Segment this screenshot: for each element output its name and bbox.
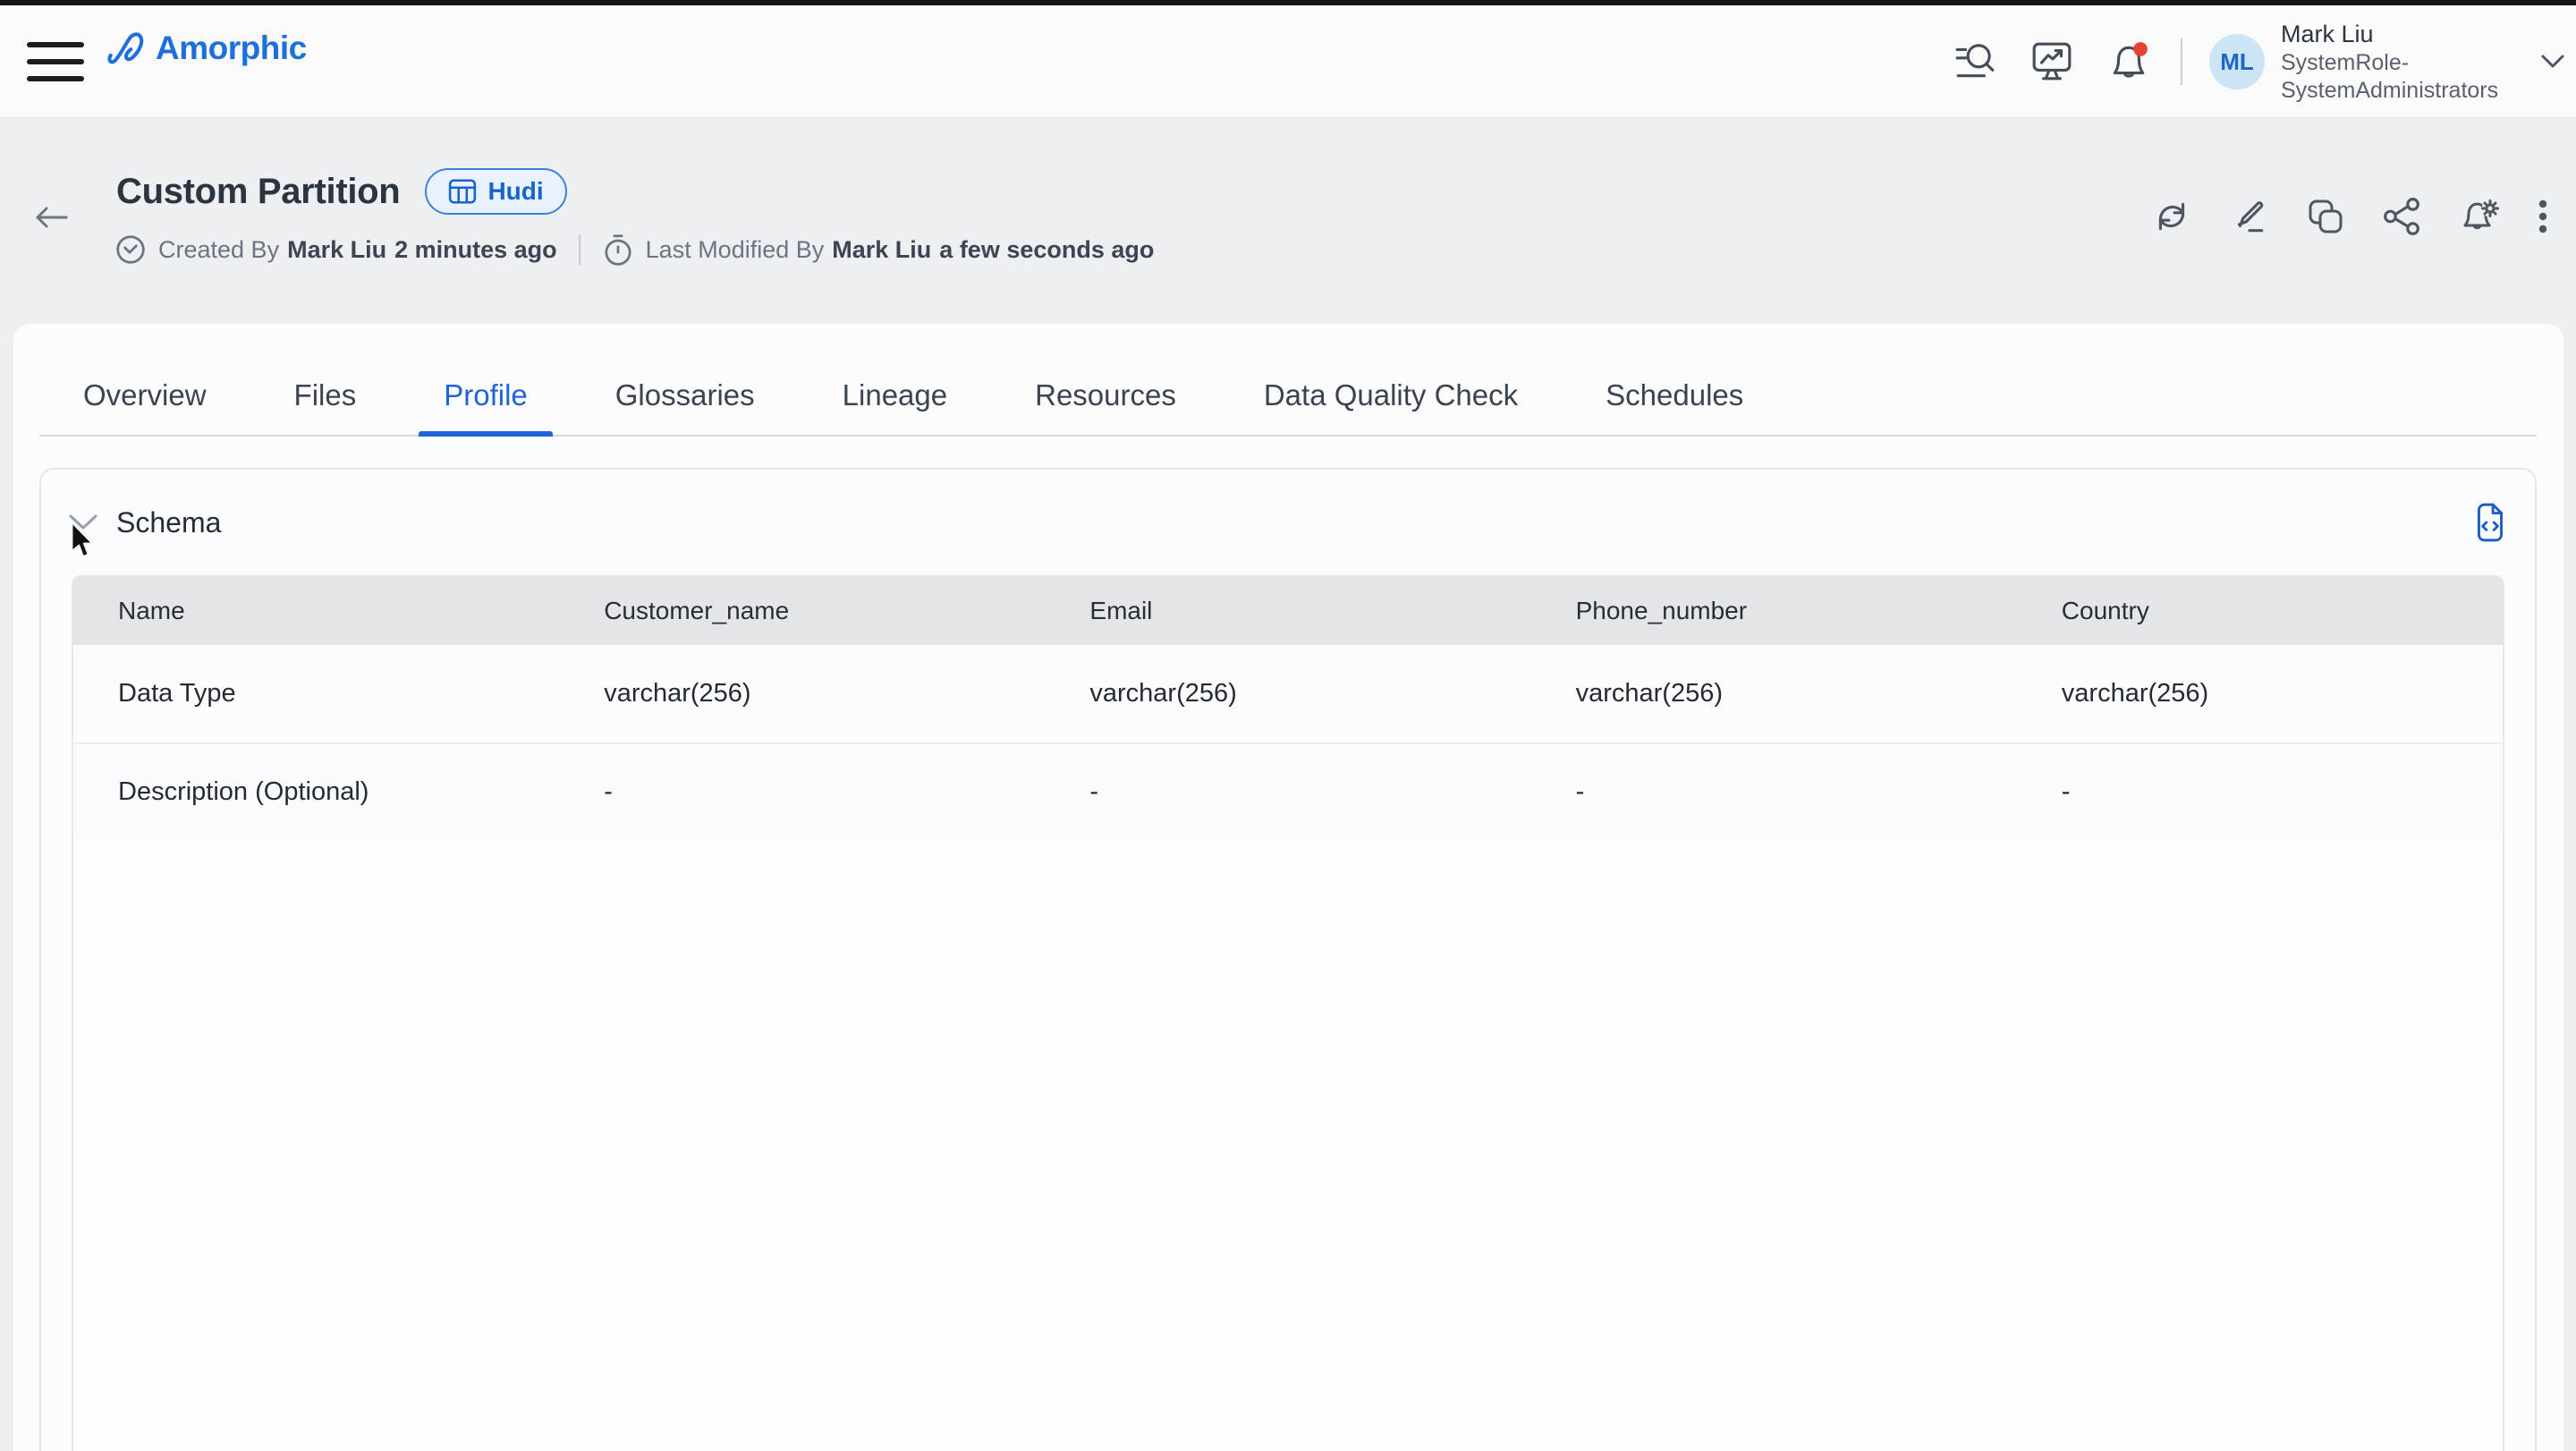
cell-value: - <box>2061 776 2071 806</box>
column-header-name: Name <box>118 597 185 624</box>
tab-glossaries[interactable]: Glossaries <box>590 324 780 437</box>
more-options-icon[interactable] <box>2537 197 2549 236</box>
topbar-divider <box>2181 38 2182 85</box>
hamburger-menu-icon[interactable] <box>27 39 86 84</box>
meta-divider <box>578 234 580 265</box>
cell-value: - <box>1575 776 1585 806</box>
table-row-data-type: Data Type varchar(256) varchar(256) varc… <box>73 645 2503 744</box>
clock-icon <box>114 233 147 266</box>
notification-settings-icon[interactable] <box>2460 197 2499 236</box>
schema-table: Name Customer_name Email Phone_number Co… <box>72 575 2504 1451</box>
created-time: 2 minutes ago <box>394 235 557 263</box>
tab-overview[interactable]: Overview <box>58 324 232 437</box>
amorphic-logo[interactable]: Amorphic <box>106 27 307 70</box>
cell-value: - <box>1089 776 1099 806</box>
table-icon <box>448 178 477 205</box>
schema-section-title: Schema <box>116 505 222 539</box>
tab-resources[interactable]: Resources <box>1010 324 1201 437</box>
timer-icon <box>602 233 634 267</box>
badge-label: Hudi <box>487 177 544 205</box>
tab-data-quality-check[interactable]: Data Quality Check <box>1239 324 1543 437</box>
edit-icon[interactable] <box>2229 197 2268 236</box>
chevron-down-icon[interactable] <box>68 513 98 531</box>
created-by-prefix: Created By <box>158 235 280 263</box>
main-panel: Overview Files Profile Glossaries Lineag… <box>13 324 2563 1451</box>
avatar[interactable]: ML <box>2209 34 2265 89</box>
tab-profile[interactable]: Profile <box>419 324 553 437</box>
schema-section-header[interactable]: Schema <box>41 470 2535 575</box>
tabs-row: Overview Files Profile Glossaries Lineag… <box>13 324 2563 437</box>
tab-lineage[interactable]: Lineage <box>818 324 972 437</box>
page-title: Custom Partition <box>116 171 401 211</box>
column-header-email: Email <box>1089 597 1153 624</box>
modified-by-user: Mark Liu <box>832 235 932 263</box>
cell-value: varchar(256) <box>2061 679 2209 708</box>
cell-value: - <box>604 776 613 806</box>
cell-value: varchar(256) <box>1575 679 1723 708</box>
search-icon[interactable] <box>1953 40 1996 83</box>
avatar-initials: ML <box>2220 47 2254 75</box>
topbar-right: ML Mark Liu SystemRole- SystemAdministra… <box>1919 5 2565 118</box>
topbar: Amorphic ML Mark Liu SystemRole- SystemA… <box>0 5 2576 118</box>
bell-icon[interactable] <box>2107 40 2150 83</box>
column-header-country: Country <box>2061 597 2149 624</box>
usage-dashboard-icon[interactable] <box>2030 40 2073 83</box>
cell-value: varchar(256) <box>1089 679 1237 708</box>
code-file-icon[interactable] <box>2474 502 2506 543</box>
column-header-phone-number: Phone_number <box>1575 597 1748 624</box>
title-row: Custom Partition Hudi <box>116 168 567 215</box>
user-chevron-down-icon[interactable] <box>2540 54 2565 70</box>
dataset-type-badge: Hudi <box>425 168 567 215</box>
tab-files[interactable]: Files <box>269 324 382 437</box>
table-header-row: Name Customer_name Email Phone_number Co… <box>73 577 2503 645</box>
user-role-line1: SystemRole- <box>2281 50 2410 75</box>
tab-schedules[interactable]: Schedules <box>1580 324 1768 437</box>
meta-row: Created By Mark Liu 2 minutes ago Last M… <box>114 233 1154 267</box>
back-arrow-icon[interactable] <box>32 202 70 233</box>
header-actions <box>2152 197 2549 236</box>
schema-card: Schema Name Customer_name Email Phone_nu <box>39 468 2537 1451</box>
row-label: Data Type <box>118 679 236 708</box>
notification-dot <box>2133 42 2148 56</box>
user-menu[interactable]: Mark Liu SystemRole- SystemAdministrator… <box>2281 19 2504 105</box>
page-header: Custom Partition Hudi Created By Mark Li… <box>0 118 2576 324</box>
refresh-icon[interactable] <box>2152 197 2191 236</box>
modified-time: a few seconds ago <box>939 235 1155 263</box>
amorphic-logo-icon <box>106 27 152 70</box>
column-header-customer-name: Customer_name <box>604 597 790 624</box>
user-role-line2: SystemAdministrators <box>2281 78 2499 103</box>
share-icon[interactable] <box>2383 197 2422 236</box>
table-row-description: Description (Optional) - - - - <box>73 744 2503 839</box>
created-by-user: Mark Liu <box>287 235 387 263</box>
user-name: Mark Liu <box>2281 21 2374 47</box>
modified-by-prefix: Last Modified By <box>645 235 825 263</box>
cell-value: varchar(256) <box>604 679 751 708</box>
row-label: Description (Optional) <box>118 776 369 806</box>
duplicate-icon[interactable] <box>2306 197 2345 236</box>
logo-text: Amorphic <box>156 30 307 66</box>
